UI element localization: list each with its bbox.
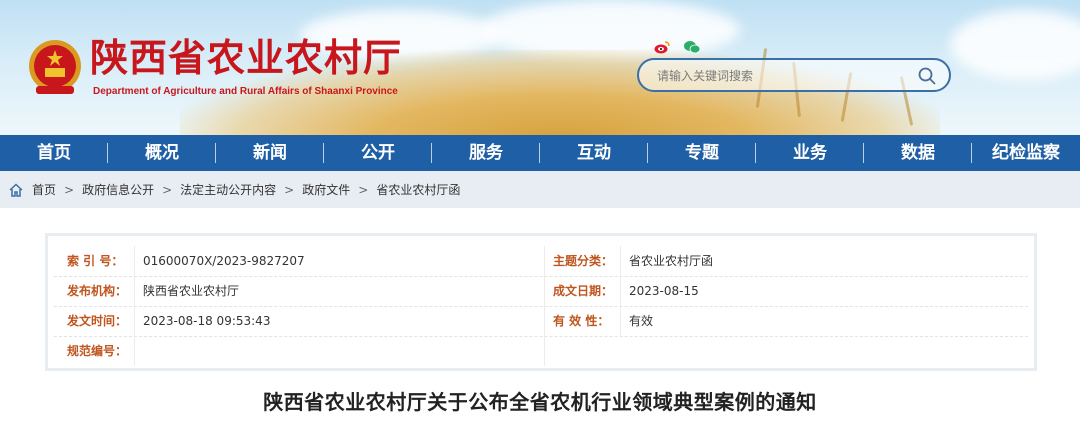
nav-item-news[interactable]: 新闻: [216, 135, 324, 171]
site-header: 陕西省农业农村厅 Department of Agriculture and R…: [0, 0, 1080, 135]
search-input[interactable]: [655, 65, 909, 87]
publisher-value: 陕西省农业农村厅: [143, 284, 240, 298]
cell-divider: [134, 246, 135, 276]
weibo-icon[interactable]: [654, 40, 670, 54]
nav-item-disclosure[interactable]: 公开: [324, 135, 432, 171]
nav-item-home[interactable]: 首页: [0, 135, 108, 171]
breadcrumb-item-statutory[interactable]: 法定主动公开内容: [180, 181, 276, 198]
date-label: 成文日期：: [553, 284, 614, 298]
info-row: 发文时间： 2023-08-18 09:53:43 有 效 性： 有效: [54, 306, 1028, 337]
nav-item-overview[interactable]: 概况: [108, 135, 216, 171]
validity-value: 有效: [629, 314, 654, 328]
code-label: 规范编号：: [67, 344, 128, 358]
publish-time-label: 发文时间：: [67, 314, 128, 328]
breadcrumb-separator: >: [64, 182, 75, 197]
validity-label: 有 效 性：: [553, 314, 610, 328]
search-box[interactable]: [637, 58, 951, 92]
publisher-label: 发布机构：: [67, 284, 128, 298]
document-title: 陕西省农业农村厅关于公布全省农机行业领域典型案例的通知: [263, 390, 817, 414]
breadcrumb-item-gov-docs[interactable]: 政府文件: [302, 181, 350, 198]
breadcrumb-item-home[interactable]: 首页: [32, 181, 56, 198]
cell-divider: [134, 336, 135, 366]
nav-item-data[interactable]: 数据: [864, 135, 972, 171]
cell-divider: [620, 306, 621, 336]
column-divider: [544, 276, 545, 306]
breadcrumb-separator: >: [284, 182, 295, 197]
site-subtitle: Department of Agriculture and Rural Affa…: [93, 86, 398, 97]
breadcrumb-separator: >: [162, 182, 173, 197]
cell-divider: [620, 276, 621, 306]
wechat-icon[interactable]: [684, 40, 700, 54]
nav-item-service[interactable]: 服务: [432, 135, 540, 171]
breadcrumb: 首页 > 政府信息公开 > 法定主动公开内容 > 政府文件 > 省农业农村厅函: [0, 171, 1080, 208]
breadcrumb-item-dept-letters[interactable]: 省农业农村厅函: [376, 181, 460, 198]
cloud-decoration: [950, 10, 1080, 80]
date-value: 2023-08-15: [629, 284, 699, 298]
column-divider: [544, 336, 545, 366]
nav-item-discipline[interactable]: 纪检监察: [972, 135, 1080, 171]
cell-divider: [134, 306, 135, 336]
nav-item-topics[interactable]: 专题: [648, 135, 756, 171]
site-title: 陕西省农业农村厅: [90, 35, 403, 80]
column-divider: [544, 306, 545, 336]
info-row: 规范编号：: [54, 336, 1028, 366]
cell-divider: [620, 246, 621, 276]
topic-label: 主题分类：: [553, 254, 614, 268]
nav-item-interaction[interactable]: 互动: [540, 135, 648, 171]
national-emblem-icon: [29, 40, 81, 94]
cell-divider: [134, 276, 135, 306]
publish-time-value: 2023-08-18 09:53:43: [143, 314, 271, 328]
info-row: 发布机构： 陕西省农业农村厅 成文日期： 2023-08-15: [54, 276, 1028, 307]
home-icon: [9, 182, 23, 197]
breadcrumb-separator: >: [358, 182, 369, 197]
index-value: 01600070X/2023-9827207: [143, 254, 305, 268]
topic-value: 省农业农村厅函: [629, 254, 714, 268]
index-label: 索 引 号：: [67, 254, 124, 268]
document-info-box: 索 引 号： 01600070X/2023-9827207 主题分类： 省农业农…: [45, 233, 1037, 371]
nav-item-business[interactable]: 业务: [756, 135, 864, 171]
search-icon[interactable]: [917, 66, 937, 86]
column-divider: [544, 246, 545, 276]
main-nav: 首页 概况 新闻 公开 服务 互动 专题 业务 数据 纪检监察: [0, 135, 1080, 171]
info-row: 索 引 号： 01600070X/2023-9827207 主题分类： 省农业农…: [54, 246, 1028, 277]
breadcrumb-item-gov-info[interactable]: 政府信息公开: [82, 181, 154, 198]
